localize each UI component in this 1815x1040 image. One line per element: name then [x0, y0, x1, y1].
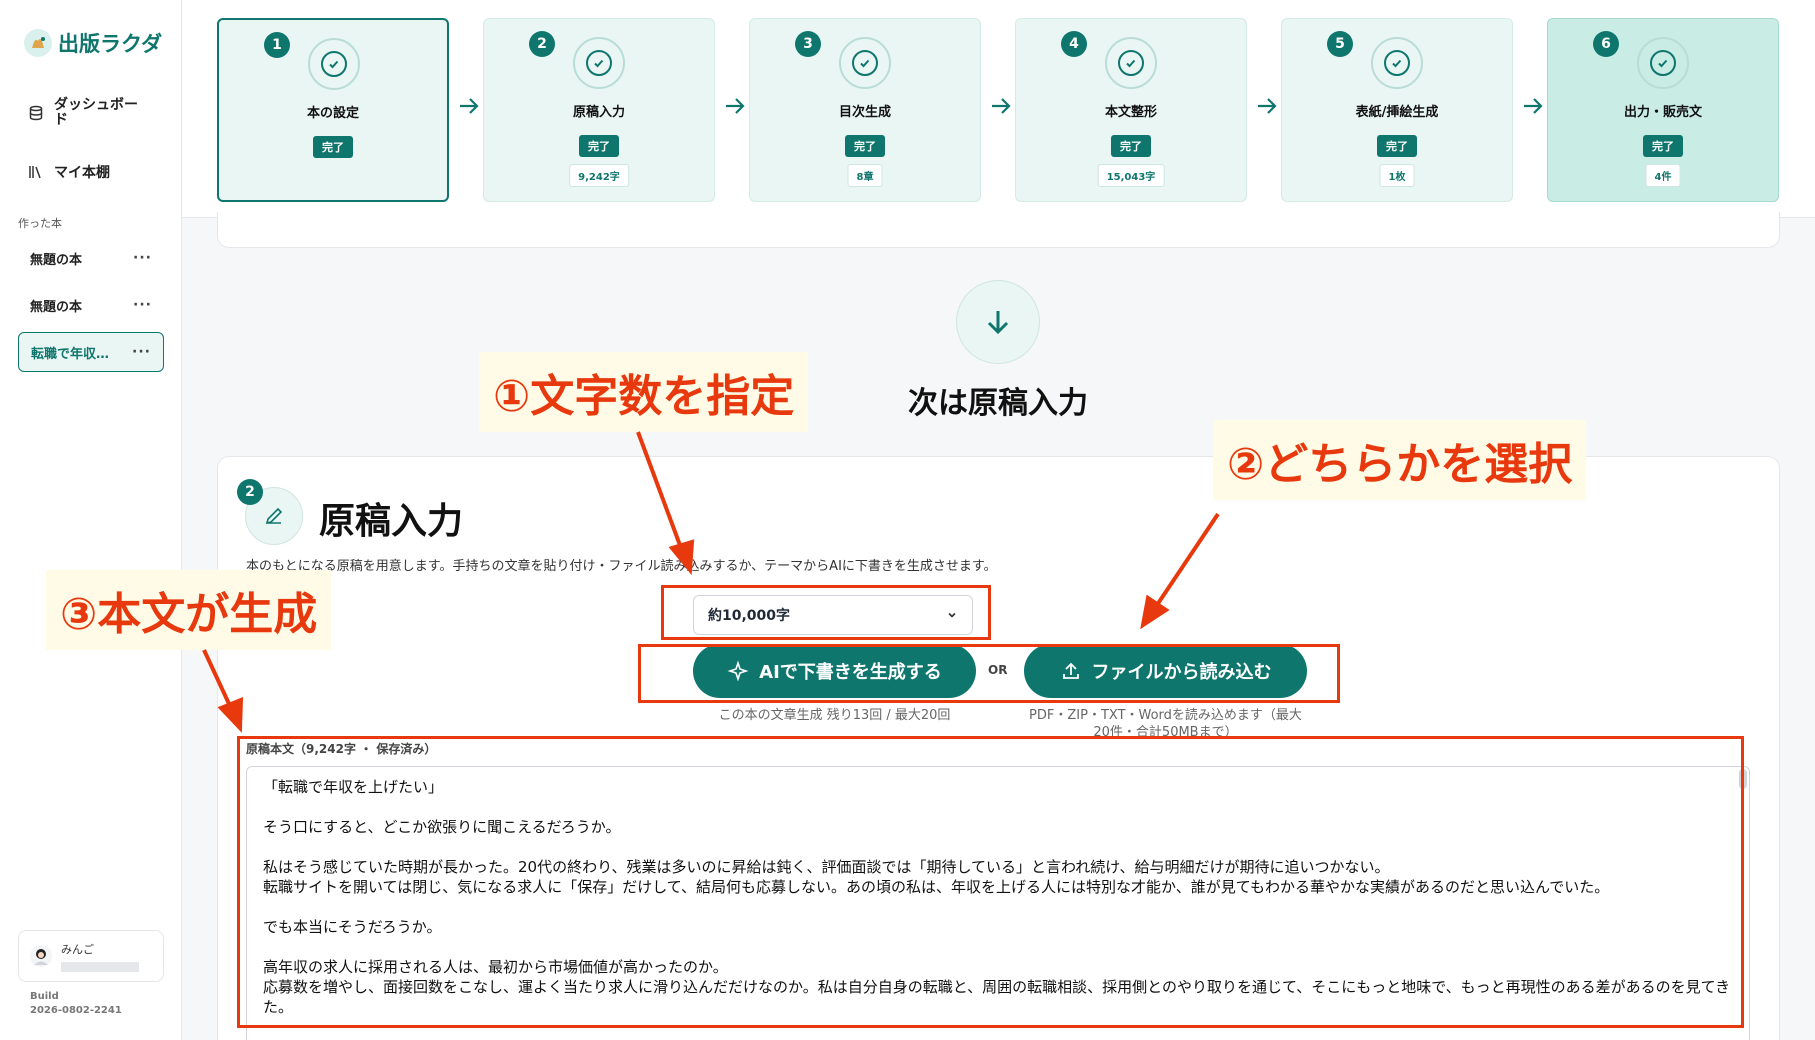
step-label: 出力・販売文: [1623, 105, 1702, 120]
annotation-box-length: [661, 585, 991, 640]
step-5[interactable]: 5 表紙/挿絵生成 完了 1枚: [1281, 18, 1513, 202]
more-icon[interactable]: ···: [133, 297, 152, 313]
check-circle-icon: [839, 37, 891, 89]
sidebar-item-label: マイ本棚: [54, 165, 110, 181]
step-count: 15,043字: [1097, 164, 1165, 187]
arrow-right-icon: [1524, 98, 1543, 114]
step-number: 5: [1327, 31, 1353, 57]
bookshelf-icon: [29, 166, 41, 179]
sidebar-item-label: ダッシュボード: [54, 97, 138, 128]
step-progress-bar: 1 本の設定 完了 2 原稿入力 完了 9,242字 3 目次生成 完了 8章 …: [182, 0, 1815, 218]
arrow-right-icon: [992, 98, 1011, 114]
section-title: 原稿入力: [319, 501, 464, 542]
step-1[interactable]: 1 本の設定 完了: [217, 18, 449, 202]
step-6[interactable]: 6 出力・販売文 完了 4件: [1547, 18, 1779, 202]
next-step-title: 次は原稿入力: [908, 386, 1088, 421]
step-label: 原稿入力: [572, 105, 625, 120]
status-badge: 完了: [845, 135, 885, 157]
step-count: 1枚: [1379, 164, 1415, 187]
step-label: 表紙/挿絵生成: [1355, 105, 1439, 120]
database-icon: [29, 105, 43, 121]
section-description: 本のもとになる原稿を用意します。手持ちの文章を貼り付け・ファイル読み込みするか、…: [246, 559, 997, 574]
book-item[interactable]: 無題の本 ···: [18, 238, 164, 278]
step-2[interactable]: 2 原稿入力 完了 9,242字: [483, 18, 715, 202]
step-count: 4件: [1645, 164, 1681, 187]
step-label: 本文整形: [1104, 105, 1157, 120]
status-badge: 完了: [1643, 135, 1683, 157]
callout-1: ①文字数を指定: [479, 352, 809, 432]
step-number: 1: [264, 32, 290, 58]
check-circle-icon: [1637, 37, 1689, 89]
book-title: 無題の本: [30, 252, 83, 268]
check-circle-icon: [1105, 37, 1157, 89]
section-number: 2: [237, 479, 263, 505]
check-circle-icon: [308, 38, 360, 90]
avatar: [30, 945, 52, 967]
camel-logo-icon: [24, 29, 52, 57]
user-card[interactable]: みんご: [18, 930, 164, 982]
check-circle-icon: [1371, 37, 1423, 89]
build-label: Build: [30, 991, 59, 1002]
check-circle-icon: [573, 37, 625, 89]
arrow-right-icon: [726, 98, 745, 114]
arrow-down-icon: [956, 280, 1040, 364]
step-number: 2: [529, 31, 555, 57]
callout-3: ③本文が生成: [46, 570, 332, 650]
step-3[interactable]: 3 目次生成 完了 8章: [749, 18, 981, 202]
app-logo[interactable]: 出版ラクダ: [24, 26, 162, 60]
step-count: 9,242字: [569, 164, 629, 187]
annotation-box-manuscript: [237, 736, 1744, 1028]
step-4[interactable]: 4 本文整形 完了 15,043字: [1015, 18, 1247, 202]
arrow-right-icon: [460, 98, 479, 114]
status-badge: 完了: [579, 135, 619, 157]
more-icon[interactable]: ···: [132, 344, 151, 360]
step-number: 3: [795, 31, 821, 57]
section-title: 作った本: [18, 217, 62, 230]
step-number: 6: [1593, 31, 1619, 57]
status-badge: 完了: [1111, 135, 1151, 157]
book-item-active[interactable]: 転職で年収… ···: [18, 332, 164, 372]
book-item[interactable]: 無題の本 ···: [18, 285, 164, 325]
build-value: 2026-0802-2241: [30, 1005, 122, 1016]
ai-generate-hint: この本の文章生成 残り13回 / 最大20回: [718, 708, 951, 723]
status-badge: 完了: [313, 136, 353, 158]
sidebar-item-bookshelf[interactable]: マイ本棚: [28, 162, 110, 182]
status-badge: 完了: [1377, 135, 1417, 157]
build-info: Build 2026-0802-2241: [30, 990, 122, 1018]
book-title: 無題の本: [30, 299, 83, 315]
previous-card-bottom: [217, 212, 1780, 248]
book-title: 転職で年収…: [31, 346, 110, 362]
annotation-box-buttons: [638, 644, 1340, 703]
more-icon[interactable]: ···: [133, 250, 152, 266]
callout-2: ②どちらかを選択: [1213, 420, 1587, 500]
step-count: 8章: [847, 164, 883, 187]
arrow-right-icon: [1258, 98, 1277, 114]
step-label: 目次生成: [838, 105, 891, 120]
step-label: 本の設定: [306, 106, 359, 121]
user-name: みんご: [61, 942, 94, 956]
sidebar-item-dashboard[interactable]: ダッシュボード: [28, 98, 148, 128]
redacted-user-info: [61, 961, 139, 972]
app-name: 出版ラクダ: [58, 32, 163, 56]
step-number: 4: [1061, 31, 1087, 57]
sidebar: 出版ラクダ ダッシュボード マイ本棚 作った本 無題の本 ··· 無題の本 ··…: [0, 0, 182, 1040]
